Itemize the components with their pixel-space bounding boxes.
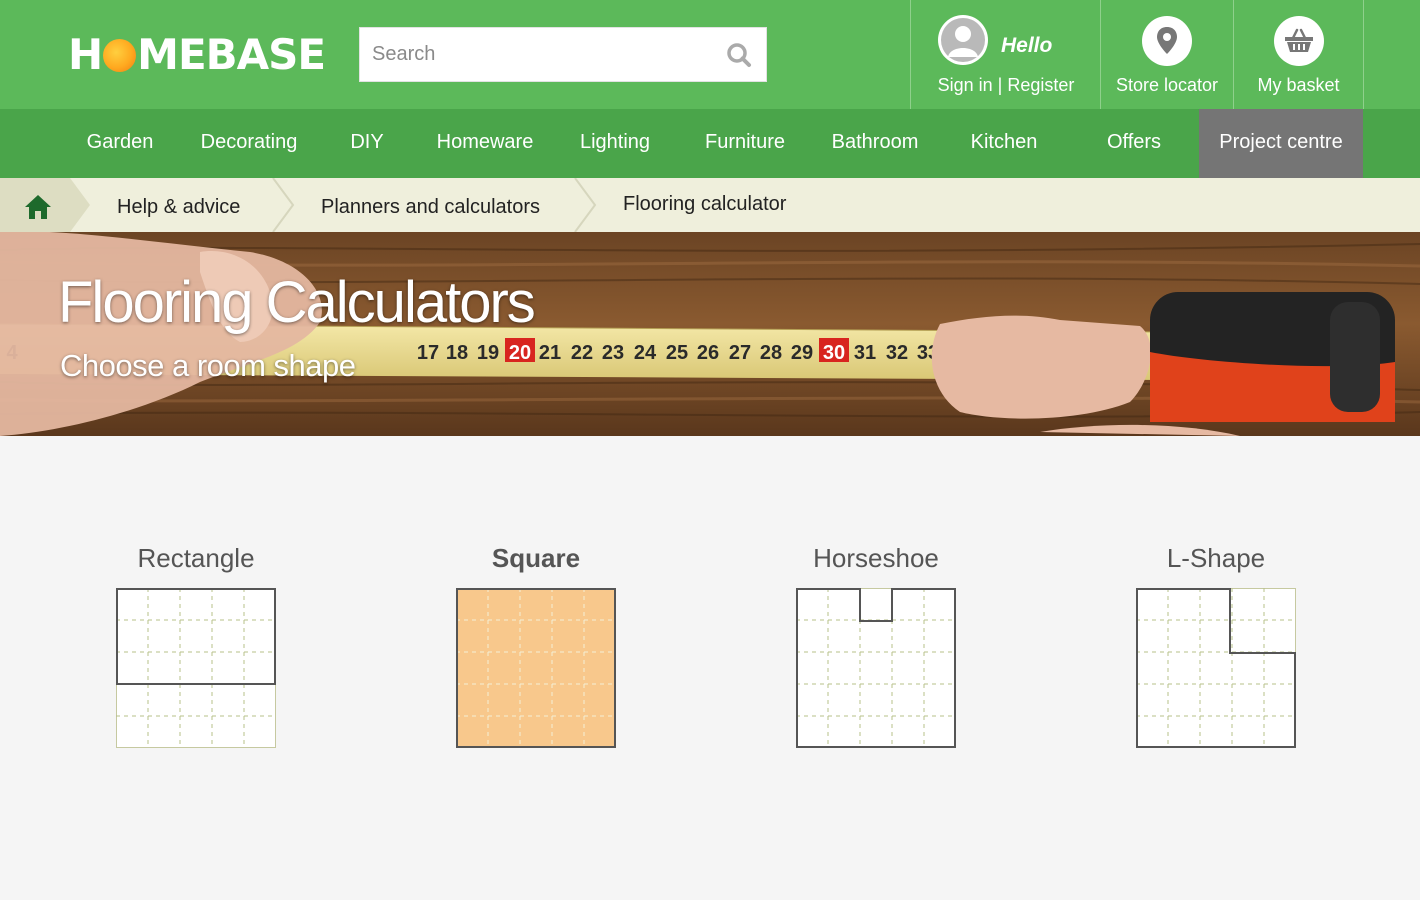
- breadcrumb-separator-icon: [574, 178, 597, 232]
- logo-text-after: MEBASE: [137, 30, 326, 79]
- nav-item-kitchen[interactable]: Kitchen: [950, 109, 1058, 178]
- nav-item-project-centre[interactable]: Project centre: [1199, 109, 1363, 178]
- search-box: [359, 27, 767, 82]
- room-shape-chooser: Rectangle Square Horseshoe L-Shape: [0, 436, 1420, 900]
- basket-icon: [1274, 16, 1324, 66]
- user-avatar-icon: [938, 15, 988, 65]
- breadcrumb-flooring-calculator: Flooring calculator: [623, 193, 787, 215]
- nav-item-bathroom[interactable]: Bathroom: [815, 109, 935, 178]
- rectangle-shape-icon: [116, 588, 276, 748]
- shape-option-rectangle[interactable]: Rectangle: [76, 540, 316, 748]
- horseshoe-shape-icon: [796, 588, 956, 748]
- location-pin-icon: [1142, 16, 1192, 66]
- shape-label: Horseshoe: [813, 543, 939, 573]
- tape-number: 27: [729, 342, 751, 364]
- home-icon: [25, 195, 51, 219]
- sign-in-register-link[interactable]: Sign in | Register: [911, 75, 1101, 96]
- square-shape-icon: [456, 588, 616, 748]
- tape-number: 20: [509, 342, 531, 364]
- breadcrumb-separator-icon: [70, 178, 90, 232]
- nav-item-offers[interactable]: Offers: [1085, 109, 1183, 178]
- breadcrumb: Help & advice Planners and calculators F…: [0, 178, 1420, 232]
- tape-number: 17: [417, 342, 439, 364]
- shape-option-horseshoe[interactable]: Horseshoe: [756, 540, 996, 748]
- tape-number: 29: [791, 342, 813, 364]
- tape-number: 28: [760, 342, 782, 364]
- shape-option-l-shape[interactable]: L-Shape: [1096, 540, 1336, 748]
- l-shape-icon: [1136, 588, 1296, 748]
- tape-number: 32: [886, 342, 908, 364]
- nav-item-homeware[interactable]: Homeware: [420, 109, 550, 178]
- breadcrumb-help-advice[interactable]: Help & advice: [117, 178, 240, 232]
- search-icon[interactable]: [726, 42, 752, 68]
- hero-banner: 41718192021222324252627282930313233 Floo…: [0, 232, 1420, 436]
- tape-number: 23: [602, 342, 624, 364]
- nav-item-garden[interactable]: Garden: [66, 109, 174, 178]
- breadcrumb-separator-icon: [272, 178, 295, 232]
- site-header: H MEBASE Hello Sign in | Register Store l…: [0, 0, 1420, 109]
- logo-text-before: H: [68, 30, 103, 79]
- tape-number: 22: [571, 342, 593, 364]
- tape-number: 26: [697, 342, 719, 364]
- account-area[interactable]: Hello Sign in | Register: [910, 0, 1101, 109]
- logo-sun-icon: [103, 39, 137, 72]
- tape-number: 31: [854, 342, 876, 364]
- tape-number: 30: [823, 342, 845, 364]
- hello-text: Hello: [1001, 34, 1053, 57]
- my-basket[interactable]: My basket: [1233, 0, 1364, 109]
- tape-number: 25: [666, 342, 688, 364]
- nav-item-decorating[interactable]: Decorating: [184, 109, 314, 178]
- shape-label: Square: [491, 543, 581, 573]
- hero-title: Flooring Calculators: [58, 270, 536, 335]
- basket-label: My basket: [1257, 75, 1340, 95]
- main-nav: Garden Decorating DIY Homeware Lighting …: [0, 109, 1420, 178]
- breadcrumb-home[interactable]: [0, 178, 70, 232]
- nav-item-lighting[interactable]: Lighting: [565, 109, 665, 178]
- tape-number: 18: [446, 342, 468, 364]
- shape-label: L-Shape: [1166, 543, 1266, 573]
- nav-item-furniture[interactable]: Furniture: [690, 109, 800, 178]
- search-input[interactable]: [372, 28, 712, 81]
- homebase-logo[interactable]: H MEBASE: [68, 30, 326, 79]
- tape-number: 24: [634, 342, 657, 364]
- tape-number: 21: [539, 342, 561, 364]
- breadcrumb-planners-calculators[interactable]: Planners and calculators: [321, 178, 540, 232]
- hero-subtitle: Choose a room shape: [60, 348, 356, 383]
- store-locator-label: Store locator: [1115, 75, 1219, 95]
- nav-item-diy[interactable]: DIY: [330, 109, 404, 178]
- shape-label: Rectangle: [137, 543, 255, 573]
- shape-option-square[interactable]: Square: [416, 540, 656, 748]
- store-locator[interactable]: Store locator: [1100, 0, 1233, 109]
- tape-number: 19: [477, 342, 499, 364]
